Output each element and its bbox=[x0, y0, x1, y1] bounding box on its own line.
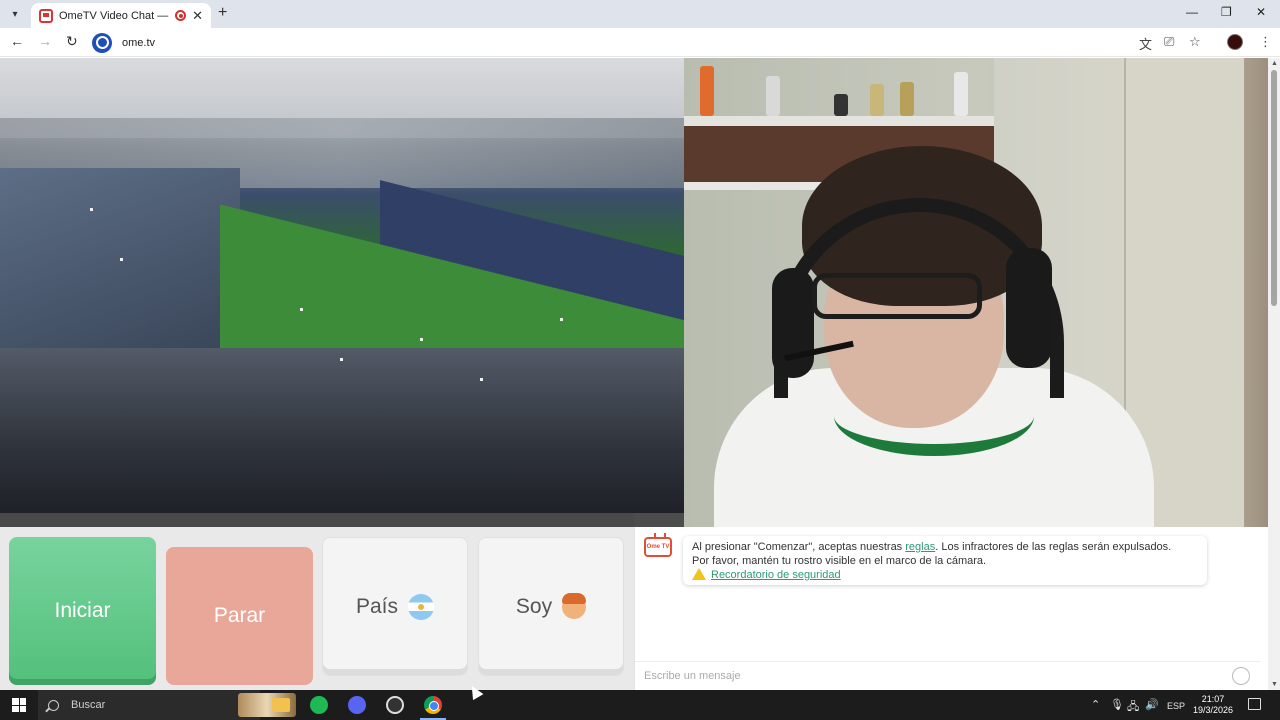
ometv-favicon-icon bbox=[39, 8, 53, 23]
scroll-down-arrow-icon[interactable]: ▼ bbox=[1271, 681, 1278, 688]
ometv-icon-text: Ome TV bbox=[646, 544, 670, 550]
video-headset-ear bbox=[772, 268, 814, 378]
notice-suffix: . Los infractores de las reglas serán ex… bbox=[935, 541, 1172, 553]
url-text[interactable]: ome.tv bbox=[122, 37, 155, 49]
scroll-up-arrow-icon[interactable]: ▲ bbox=[1271, 60, 1278, 67]
recording-indicator-icon bbox=[175, 10, 187, 21]
scrollbar-thumb[interactable] bbox=[1271, 70, 1277, 306]
taskbar-chrome[interactable] bbox=[414, 690, 452, 720]
search-icon bbox=[48, 699, 59, 711]
video-bottle bbox=[766, 76, 780, 116]
safety-reminder-link[interactable]: Recordatorio de seguridad bbox=[711, 569, 841, 581]
video-shelf bbox=[684, 116, 994, 126]
country-button-label: País bbox=[355, 594, 399, 618]
video-crowd bbox=[0, 348, 684, 513]
volume-icon[interactable]: 🔊 bbox=[1145, 698, 1159, 711]
browser-toolbar: ← → ↻ ome.tv 文 ⎚ ☆ ⋮ bbox=[0, 28, 1280, 57]
taskbar-search[interactable]: Buscar bbox=[38, 690, 296, 720]
confetti bbox=[300, 308, 303, 311]
notification-icon[interactable] bbox=[1248, 698, 1261, 710]
tab-bar: ▾ OmeTV Video Chat — Ome ✕ + — ❐ ✕ bbox=[0, 0, 1280, 28]
gender-button[interactable]: Soy bbox=[478, 537, 624, 676]
system-message: Al presionar "Comenzar", aceptas nuestra… bbox=[683, 536, 1207, 585]
video-bottom-strip bbox=[0, 513, 684, 527]
notice-prefix: Al presionar "Comenzar", aceptas nuestra… bbox=[692, 541, 906, 553]
site-info-icon[interactable] bbox=[92, 32, 112, 53]
taskbar-spotify[interactable] bbox=[300, 690, 338, 720]
browser-menu-icon[interactable]: ⋮ bbox=[1259, 34, 1272, 50]
language-indicator[interactable]: ESP bbox=[1167, 701, 1185, 711]
video-bottle bbox=[834, 94, 848, 116]
country-button[interactable]: País bbox=[322, 537, 468, 676]
address-bar[interactable]: ome.tv bbox=[92, 31, 1212, 54]
browser-tab[interactable]: OmeTV Video Chat — Ome ✕ bbox=[31, 3, 211, 28]
video-headset-ear bbox=[1006, 248, 1052, 368]
message-input[interactable]: Escribe un mensaje bbox=[635, 661, 1260, 690]
forward-arrow-icon[interactable]: → bbox=[38, 33, 52, 49]
rules-link[interactable]: reglas bbox=[905, 541, 935, 553]
tab-title: OmeTV Video Chat — Ome bbox=[59, 9, 169, 22]
close-window-button[interactable]: ✕ bbox=[1256, 5, 1266, 19]
warning-icon bbox=[692, 568, 706, 580]
tray-chevron-up-icon[interactable]: ⌃ bbox=[1091, 698, 1100, 711]
message-input-placeholder: Escribe un mensaje bbox=[644, 670, 741, 682]
chrome-icon bbox=[424, 696, 442, 714]
stop-button-label: Parar bbox=[213, 604, 266, 627]
confetti bbox=[90, 208, 93, 211]
video-glasses bbox=[812, 273, 982, 319]
minimize-button[interactable]: — bbox=[1186, 5, 1198, 19]
confetti bbox=[120, 258, 123, 261]
discord-icon bbox=[348, 696, 366, 714]
network-icon[interactable]: 🖧 bbox=[1127, 698, 1139, 717]
clock-date: 19/3/2026 bbox=[1192, 705, 1234, 715]
microphone-icon[interactable]: 🎙 bbox=[1110, 698, 1124, 711]
rules-notice-line: Al presionar "Comenzar", aceptas nuestra… bbox=[692, 540, 1198, 554]
chat-panel: Ome TV Al presionar "Comenzar", aceptas … bbox=[634, 527, 1260, 690]
face-visible-notice: Por favor, mantén tu rostro visible en e… bbox=[692, 555, 987, 567]
obs-icon bbox=[386, 696, 404, 714]
video-bottle bbox=[870, 84, 884, 116]
reload-icon[interactable]: ↻ bbox=[66, 33, 78, 50]
confetti bbox=[480, 378, 483, 381]
windows-start-icon[interactable] bbox=[12, 698, 26, 712]
stop-button[interactable]: Parar bbox=[166, 547, 313, 685]
maximize-button[interactable]: ❐ bbox=[1221, 5, 1232, 19]
taskbar-obs[interactable] bbox=[376, 690, 414, 720]
self-video bbox=[684, 58, 1268, 527]
confetti bbox=[560, 318, 563, 321]
clock-time: 21:07 bbox=[1201, 694, 1225, 704]
tab-close-icon[interactable]: ✕ bbox=[192, 8, 203, 24]
back-arrow-icon[interactable]: ← bbox=[10, 33, 24, 49]
folder-icon bbox=[272, 698, 290, 712]
spotify-icon bbox=[310, 696, 328, 714]
video-bottle bbox=[700, 66, 714, 116]
taskbar-discord[interactable] bbox=[338, 690, 376, 720]
cast-icon[interactable]: ⎚ bbox=[1164, 34, 1174, 50]
video-bottle bbox=[954, 72, 968, 116]
ometv-tv-icon: Ome TV bbox=[644, 537, 672, 557]
emoji-icon[interactable] bbox=[1232, 667, 1250, 685]
confetti bbox=[420, 338, 423, 341]
translate-icon[interactable]: 文 bbox=[1139, 34, 1152, 53]
bookmark-star-icon[interactable]: ☆ bbox=[1189, 34, 1201, 50]
taskbar-search-placeholder: Buscar bbox=[71, 699, 106, 711]
gender-button-label: Soy bbox=[515, 594, 553, 618]
boy-face-icon bbox=[562, 592, 587, 619]
taskbar-clock[interactable]: 21:07 19/3/2026 bbox=[1190, 694, 1236, 716]
profile-avatar[interactable] bbox=[1227, 34, 1243, 50]
video-bottle bbox=[900, 82, 914, 116]
argentina-flag-icon bbox=[408, 593, 435, 620]
page-scrollbar[interactable]: ▲ ▼ bbox=[1268, 58, 1280, 690]
taskbar-file-explorer[interactable] bbox=[262, 690, 300, 720]
start-button[interactable]: Iniciar bbox=[9, 537, 156, 685]
confetti bbox=[340, 358, 343, 361]
tab-search-chevron-icon[interactable]: ▾ bbox=[6, 5, 24, 23]
stranger-video bbox=[0, 58, 684, 513]
windows-taskbar: Buscar ⌃ 🎙 🖧 🔊 ESP 21:07 19/3/2026 bbox=[0, 690, 1280, 720]
safety-line: Recordatorio de seguridad bbox=[692, 568, 1198, 582]
new-tab-button[interactable]: + bbox=[218, 4, 227, 22]
start-button-label: Iniciar bbox=[54, 599, 111, 622]
